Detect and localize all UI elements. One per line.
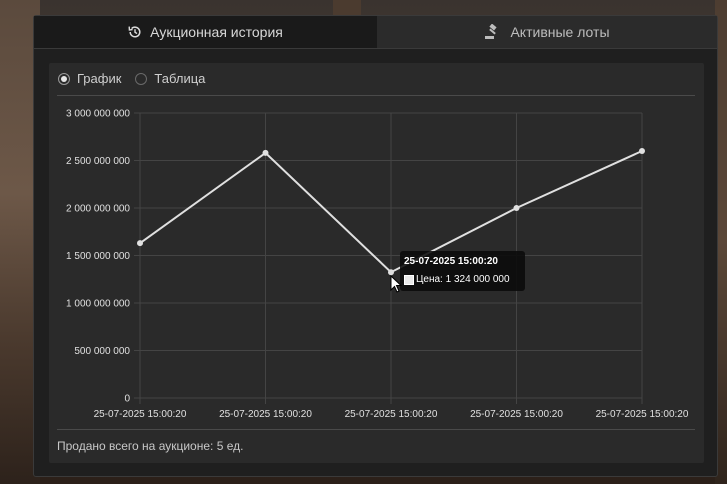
y-tick-label: 2 500 000 000 (66, 156, 130, 167)
data-point (513, 205, 520, 211)
tooltip-swatch (404, 274, 414, 285)
y-tick-label: 0 (124, 394, 130, 405)
tab-active-lots-label: Активные лоты (510, 24, 610, 40)
history-panel: График Таблица 0 500 000 000 1 000 000 000… (49, 63, 704, 463)
price-chart: 0 500 000 000 1 000 000 000 1 500 000 000 2 … (66, 109, 689, 421)
background-tower (333, 0, 361, 16)
tab-active-lots[interactable]: Активные лоты (377, 16, 717, 48)
gavel-icon (484, 24, 502, 40)
data-point (137, 240, 143, 247)
x-tick-label: 25-07-2025 15:00:20 (345, 409, 438, 420)
sold-total: Продано всего на аукционе: 5 ед. (57, 429, 695, 453)
x-tick-label: 25-07-2025 15:00:20 (94, 409, 187, 420)
mouse-cursor-icon (390, 274, 403, 298)
x-tick-label: 25-07-2025 15:00:20 (596, 409, 689, 420)
tab-auction-history[interactable]: Аукционная история (34, 16, 377, 48)
y-tick-label: 3 000 000 000 (66, 109, 130, 120)
data-point (262, 149, 269, 156)
chart-tooltip: 25-07-2025 15:00:20 Цена: 1 324 000 000 (400, 251, 525, 291)
tooltip-value: Цена: 1 324 000 000 (416, 274, 510, 285)
x-tick-label: 25-07-2025 15:00:20 (219, 409, 312, 420)
auction-window: Аукционная история Активные лоты График … (33, 15, 718, 477)
y-tick-label: 500 000 000 (74, 346, 130, 357)
history-icon (128, 25, 142, 39)
data-point (639, 148, 645, 154)
y-tick-label: 1 000 000 000 (66, 299, 130, 310)
y-tick-label: 1 500 000 000 (66, 251, 130, 262)
y-tick-label: 2 000 000 000 (66, 204, 130, 215)
tooltip-title: 25-07-2025 15:00:20 (404, 256, 498, 267)
tab-auction-history-label: Аукционная история (150, 24, 283, 40)
x-tick-label: 25-07-2025 15:00:20 (470, 409, 563, 420)
tooltip-row: Цена: 1 324 000 000 (404, 274, 510, 285)
tab-bar: Аукционная история Активные лоты (34, 16, 717, 49)
